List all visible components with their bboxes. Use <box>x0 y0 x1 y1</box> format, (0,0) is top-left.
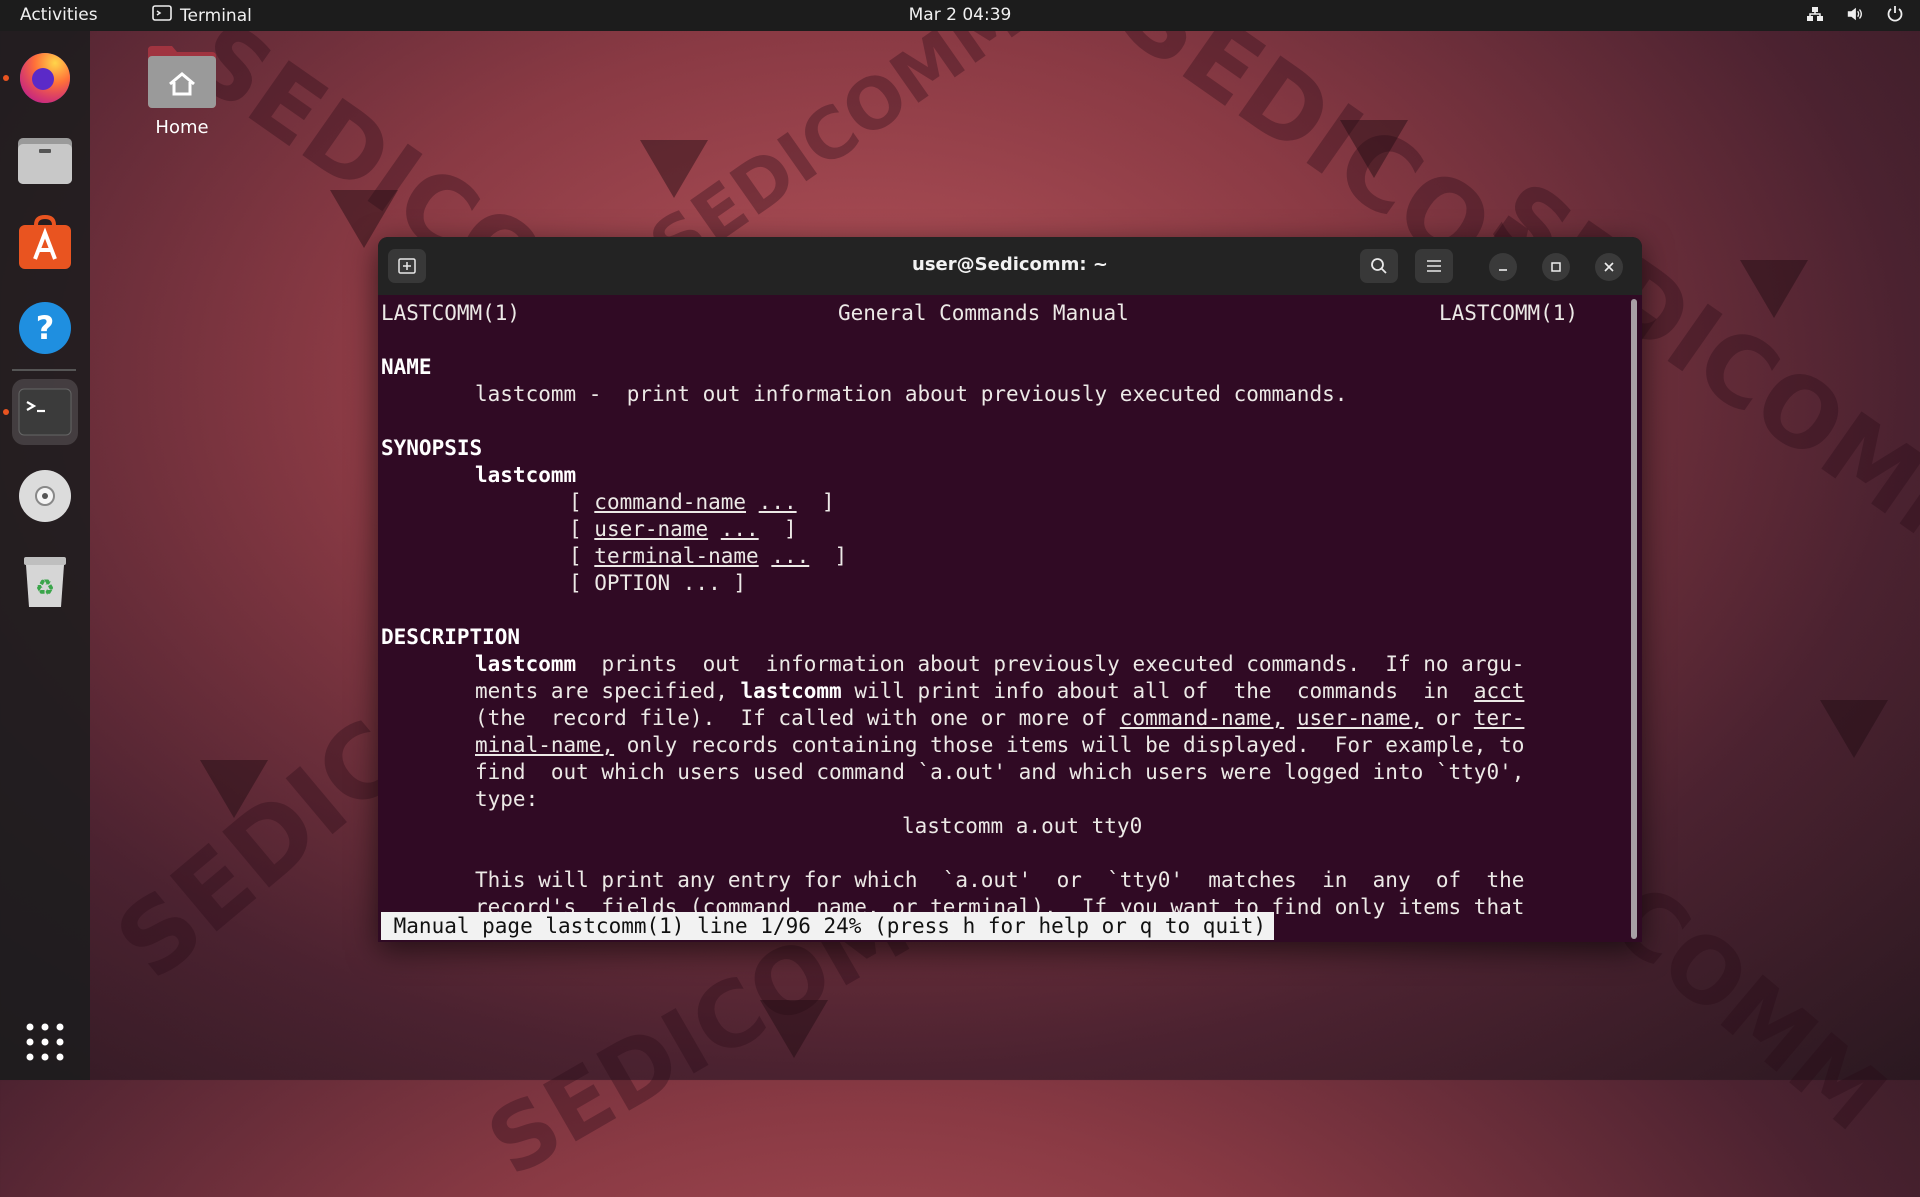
description-line: (the record file). If called with one or… <box>475 706 1525 730</box>
hamburger-icon <box>1427 260 1441 272</box>
synopsis-option-line: [ command-name ... ] <box>569 490 835 514</box>
section-synopsis-heading: SYNOPSIS <box>381 436 483 460</box>
maximize-button[interactable] <box>1542 253 1570 281</box>
volume-icon[interactable] <box>1846 4 1864 24</box>
svg-text:♻: ♻ <box>35 576 55 601</box>
power-icon[interactable] <box>1886 4 1904 24</box>
description-line: type: <box>475 787 539 811</box>
pager-status-line: Manual page lastcomm(1) line 1/96 24% (p… <box>381 912 1275 940</box>
firefox-icon[interactable] <box>12 44 78 110</box>
top-bar: Activities Terminal Mar 2 04:39 <box>0 0 1920 31</box>
dock: ? ♻ <box>0 31 90 1080</box>
search-button[interactable] <box>1360 249 1398 283</box>
example-command: lastcomm a.out tty0 <box>902 814 1143 838</box>
synopsis-option-line: [ terminal-name ... ] <box>569 544 848 568</box>
menu-button[interactable] <box>1415 249 1453 283</box>
search-icon <box>1371 258 1387 274</box>
network-icon[interactable] <box>1806 4 1824 24</box>
man-header-right: LASTCOMM(1) <box>1439 301 1579 325</box>
man-header-center: General Commands Manual <box>838 301 1129 325</box>
minimize-icon <box>1499 269 1507 271</box>
close-icon <box>1604 262 1614 272</box>
description-line: minal-name, only records containing thos… <box>475 733 1525 757</box>
home-folder-icon <box>148 46 216 108</box>
system-tray[interactable] <box>1806 4 1904 24</box>
terminal-window[interactable]: user@Sedicomm: ~ LASTCOMM(1) General Com… <box>378 237 1642 942</box>
files-icon[interactable] <box>12 128 78 194</box>
show-apps-icon[interactable] <box>12 1009 78 1075</box>
clock[interactable]: Mar 2 04:39 <box>0 5 1920 25</box>
home-folder[interactable]: Home <box>140 44 224 138</box>
minimize-button[interactable] <box>1489 253 1517 281</box>
synopsis-option-line: [ user-name ... ] <box>569 517 797 541</box>
section-name-heading: NAME <box>381 355 432 379</box>
terminal-content[interactable]: LASTCOMM(1) General Commands Manual LAST… <box>381 295 1621 942</box>
scrollbar[interactable] <box>1631 299 1637 939</box>
man-header-left: LASTCOMM(1) <box>381 301 521 325</box>
synopsis-command: lastcomm <box>475 463 577 487</box>
terminal-icon[interactable] <box>12 379 78 445</box>
description-line: This will print any entry for which `a.o… <box>475 868 1525 892</box>
synopsis-option-line: [ OPTION ... ] <box>569 571 747 595</box>
software-icon[interactable] <box>12 211 78 277</box>
description-line: find out which users used command `a.out… <box>475 760 1525 784</box>
home-folder-label: Home <box>155 117 209 138</box>
maximize-icon <box>1551 262 1561 272</box>
dock-separator <box>12 369 76 371</box>
running-indicator <box>3 409 9 415</box>
section-description-heading: DESCRIPTION <box>381 625 521 649</box>
help-icon[interactable]: ? <box>12 295 78 361</box>
trash-icon[interactable]: ♻ <box>12 547 78 613</box>
close-button[interactable] <box>1595 253 1623 281</box>
disc-icon[interactable] <box>12 463 78 529</box>
description-line: ments are specified, lastcomm will print… <box>475 679 1525 703</box>
terminal-titlebar[interactable]: user@Sedicomm: ~ <box>378 237 1642 295</box>
name-line: lastcomm - print out information about p… <box>475 382 1348 406</box>
running-indicator <box>3 75 9 81</box>
svg-text:?: ? <box>36 309 55 347</box>
description-line: lastcomm prints out information about pr… <box>475 652 1525 676</box>
